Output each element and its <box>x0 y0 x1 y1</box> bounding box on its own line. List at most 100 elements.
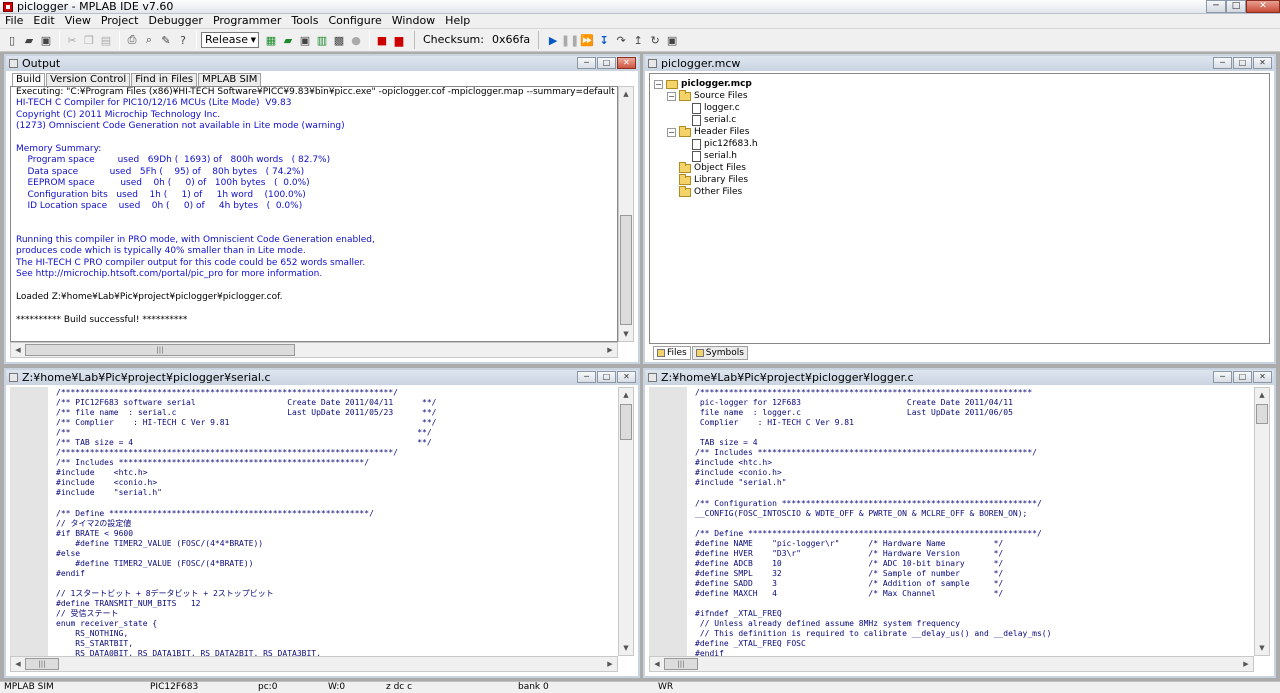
close-icon[interactable]: ✕ <box>1253 57 1272 69</box>
build-config-select[interactable]: Release <box>201 32 259 48</box>
scroll-thumb[interactable] <box>620 404 632 440</box>
scroll-right-icon[interactable]: ▶ <box>1239 657 1253 671</box>
close-icon[interactable]: ✕ <box>617 57 636 69</box>
tree-file-item[interactable]: logger.c <box>654 102 1269 114</box>
tree-folder-item[interactable]: Library Files <box>654 173 1269 186</box>
scroll-down-icon[interactable]: ▼ <box>1255 641 1269 655</box>
build-output-text[interactable]: Executing: "C:¥Program Files (x86)¥HI-TE… <box>10 86 618 342</box>
scroll-down-icon[interactable]: ▼ <box>619 327 633 341</box>
menu-edit[interactable]: Edit <box>28 14 59 28</box>
scroll-thumb[interactable] <box>1256 404 1268 424</box>
tab-mplab-sim[interactable]: MPLAB SIM <box>198 73 262 86</box>
build-all-icon[interactable]: ▩ <box>331 32 347 48</box>
horizontal-scrollbar[interactable]: ◀ ||| ▶ <box>10 342 618 358</box>
tree-file-item[interactable]: serial.c <box>654 114 1269 126</box>
find-in-files-icon[interactable]: ✎ <box>158 32 174 48</box>
tab-build[interactable]: Build <box>12 73 46 87</box>
scroll-thumb[interactable]: ||| <box>25 658 59 670</box>
close-icon[interactable]: ✕ <box>1253 371 1272 383</box>
maximize-icon[interactable]: □ <box>597 57 616 69</box>
cut-icon[interactable]: ✂ <box>64 32 80 48</box>
close-icon[interactable]: ✕ <box>1246 0 1280 13</box>
open-folder-icon[interactable]: ▰ <box>21 32 37 48</box>
tree-folder-item[interactable]: − Source Files <box>654 89 1269 102</box>
menu-view[interactable]: View <box>60 14 96 28</box>
project-open-icon[interactable]: ▰ <box>280 32 296 48</box>
toolbar: ▯ ▰ ▣ ✂ ❐ ▤ ⎙ ⌕ ✎ ? Release ▦ ▰ ▣ ▥ ▩ ● … <box>0 29 1280 52</box>
minimize-icon[interactable]: ─ <box>577 371 596 383</box>
paste-icon[interactable]: ▤ <box>98 32 114 48</box>
scroll-up-icon[interactable]: ▲ <box>1255 388 1269 402</box>
step-over-icon[interactable]: ↷ <box>613 32 629 48</box>
find-icon[interactable]: ⌕ <box>141 32 157 48</box>
minimize-icon[interactable]: ─ <box>1213 57 1232 69</box>
scroll-down-icon[interactable]: ▼ <box>619 641 633 655</box>
scroll-left-icon[interactable]: ◀ <box>11 343 25 357</box>
menu-help[interactable]: Help <box>440 14 475 28</box>
maximize-icon[interactable]: □ <box>1226 0 1246 13</box>
run-icon[interactable]: ▶ <box>545 32 561 48</box>
help-icon[interactable]: ? <box>175 32 191 48</box>
step-into-icon[interactable]: ↧ <box>596 32 612 48</box>
collapse-icon[interactable]: − <box>654 79 663 89</box>
tab-symbols[interactable]: Symbols <box>691 346 748 360</box>
menu-project[interactable]: Project <box>96 14 144 28</box>
project-save-icon[interactable]: ▣ <box>297 32 313 48</box>
stop-build-icon[interactable]: ● <box>348 32 364 48</box>
vertical-scrollbar[interactable]: ▲ ▼ <box>618 387 634 656</box>
tree-folder-item[interactable]: Other Files <box>654 185 1269 198</box>
copy-icon[interactable]: ❐ <box>81 32 97 48</box>
project-new-icon[interactable]: ▦ <box>263 32 279 48</box>
scroll-left-icon[interactable]: ◀ <box>650 657 664 671</box>
tab-version-control[interactable]: Version Control <box>46 73 131 86</box>
animate-icon[interactable]: ⏩ <box>579 32 595 48</box>
tree-file-item[interactable]: pic12f683.h <box>654 138 1269 150</box>
menu-programmer[interactable]: Programmer <box>208 14 286 28</box>
menu-file[interactable]: File <box>0 14 28 28</box>
tab-files[interactable]: Files <box>653 346 691 360</box>
step-out-icon[interactable]: ↥ <box>630 32 646 48</box>
reset-icon[interactable]: ↻ <box>647 32 663 48</box>
menu-debugger[interactable]: Debugger <box>143 14 207 28</box>
tab-find-in-files[interactable]: Find in Files <box>131 73 198 86</box>
scroll-left-icon[interactable]: ◀ <box>11 657 25 671</box>
scroll-thumb[interactable]: ||| <box>664 658 698 670</box>
tree-project-item[interactable]: − piclogger.mcp <box>654 78 1269 90</box>
scroll-thumb[interactable]: ||| <box>25 344 295 356</box>
minimize-icon[interactable]: ─ <box>577 57 596 69</box>
close-icon[interactable]: ✕ <box>617 371 636 383</box>
tree-folder-item[interactable]: − Header Files <box>654 125 1269 138</box>
menu-tools[interactable]: Tools <box>286 14 323 28</box>
breakpoint-window-icon[interactable]: ▆ <box>391 32 407 48</box>
maximize-icon[interactable]: □ <box>1233 371 1252 383</box>
halt-icon[interactable]: ❚❚ <box>561 32 579 48</box>
scroll-right-icon[interactable]: ▶ <box>603 343 617 357</box>
horizontal-scrollbar[interactable]: ◀ ||| ▶ <box>649 656 1254 672</box>
maximize-icon[interactable]: □ <box>1233 57 1252 69</box>
memory-window-icon[interactable]: ■ <box>374 32 390 48</box>
logger-code-editor[interactable]: /***************************************… <box>649 387 1254 656</box>
new-file-icon[interactable]: ▯ <box>4 32 20 48</box>
vertical-scrollbar[interactable]: ▲ ▼ <box>1254 387 1270 656</box>
minimize-icon[interactable]: ─ <box>1213 371 1232 383</box>
scroll-up-icon[interactable]: ▲ <box>619 388 633 402</box>
scroll-right-icon[interactable]: ▶ <box>603 657 617 671</box>
scroll-up-icon[interactable]: ▲ <box>619 87 633 101</box>
serial-code-editor[interactable]: /***************************************… <box>10 387 618 656</box>
debugger-settings-icon[interactable]: ▣ <box>664 32 680 48</box>
minimize-icon[interactable]: ─ <box>1206 0 1226 13</box>
maximize-icon[interactable]: □ <box>597 371 616 383</box>
collapse-icon[interactable]: − <box>667 91 676 101</box>
scroll-thumb[interactable] <box>620 215 632 325</box>
collapse-icon[interactable]: − <box>667 127 676 137</box>
horizontal-scrollbar[interactable]: ◀ ||| ▶ <box>10 656 618 672</box>
save-icon[interactable]: ▣ <box>38 32 54 48</box>
menu-window[interactable]: Window <box>387 14 440 28</box>
vertical-scrollbar[interactable]: ▲ ▼ <box>618 86 634 342</box>
tab-symbols-label: Symbols <box>705 348 744 358</box>
tree-file-item[interactable]: serial.h <box>654 150 1269 162</box>
tree-folder-item[interactable]: Object Files <box>654 161 1269 174</box>
make-icon[interactable]: ▥ <box>314 32 330 48</box>
print-icon[interactable]: ⎙ <box>124 32 140 48</box>
menu-configure[interactable]: Configure <box>323 14 386 28</box>
